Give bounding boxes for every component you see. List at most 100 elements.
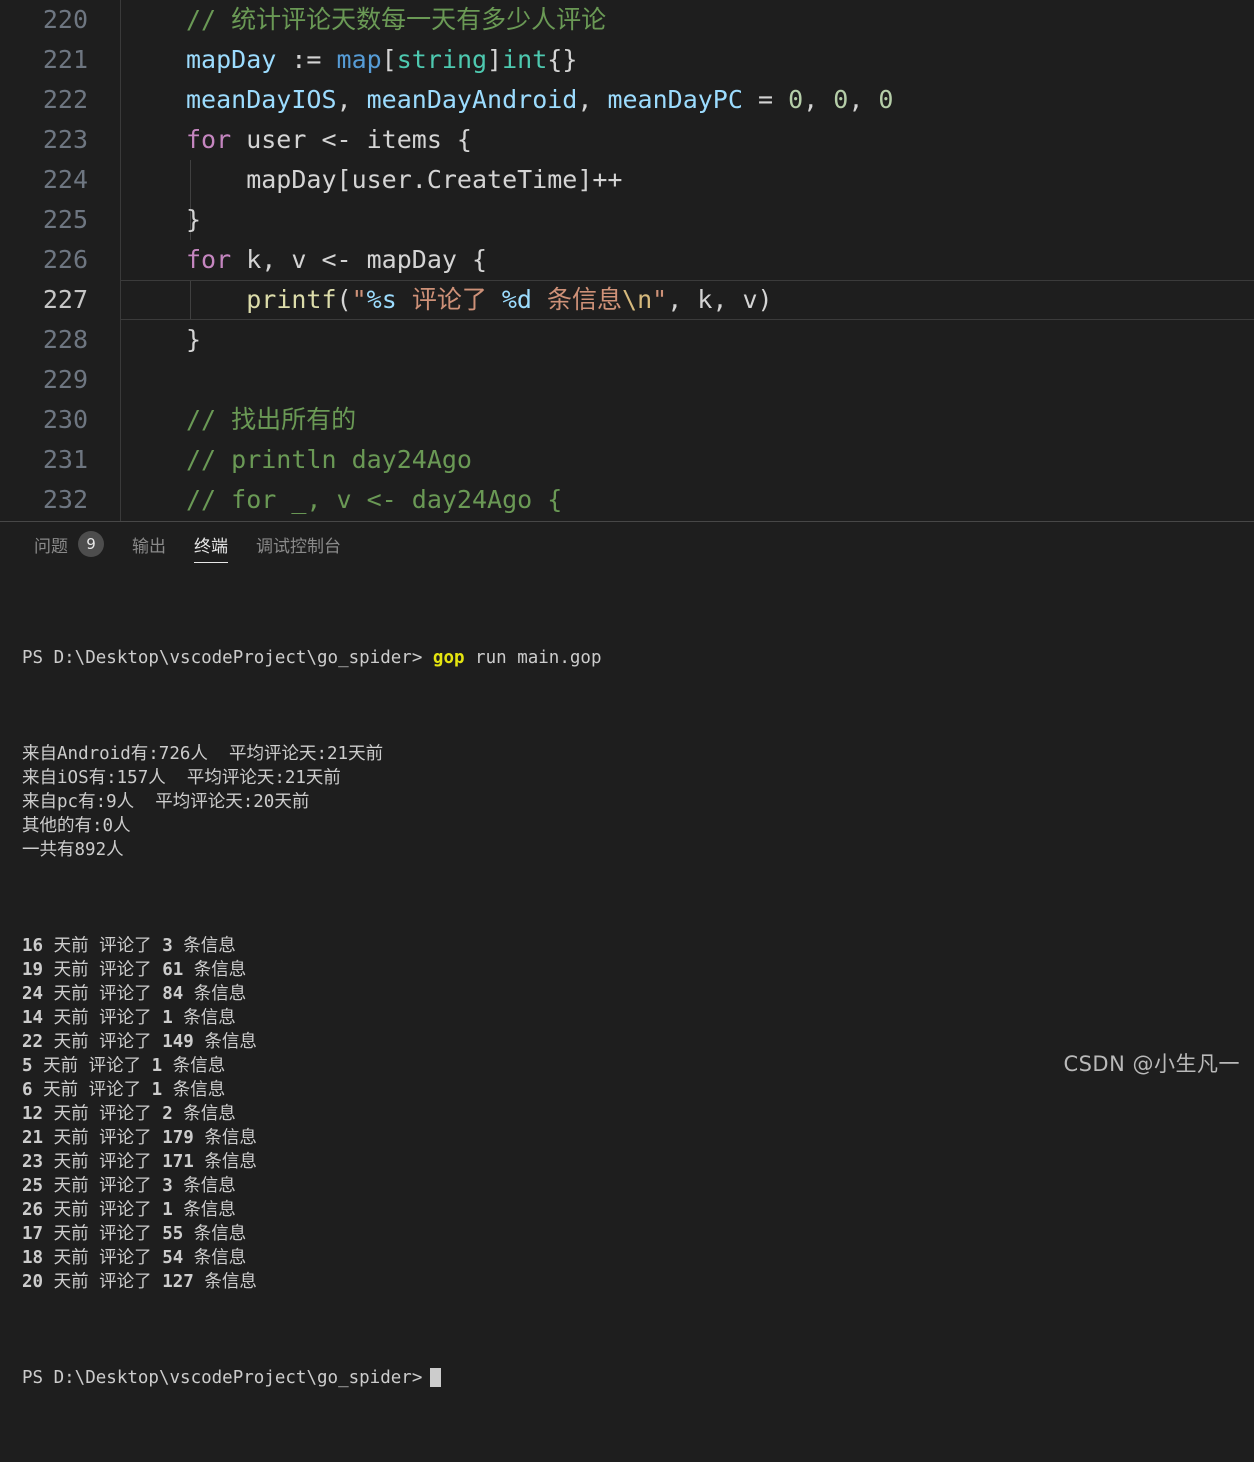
comment-count: 1 (151, 1080, 163, 1100)
code-line[interactable]: 231 // println day24Ago (0, 440, 1254, 480)
day-row-suffix-text: 条信息 (183, 1248, 247, 1268)
comment-count: 149 (162, 1032, 194, 1052)
comment-count: 54 (162, 1248, 184, 1268)
terminal-day-row: 18 天前 评论了 54 条信息 (22, 1246, 1254, 1270)
day-row-mid-text: 天前 评论了 (43, 936, 163, 956)
code-token: " (351, 285, 367, 314)
code-token: " (652, 285, 668, 314)
terminal-summary-line: 一共有892人 (22, 840, 124, 860)
code-line[interactable]: 224 mapDay[user.CreateTime]++ (0, 160, 1254, 200)
panel-tab-0[interactable]: 问题 9 (20, 522, 118, 566)
day-value: 6 (22, 1080, 33, 1100)
code-line[interactable]: 222 meanDayIOS, meanDayAndroid, meanDayPC… (0, 80, 1254, 120)
code-text: // 找出所有的 (186, 400, 356, 440)
code-line[interactable]: 225} (0, 200, 1254, 240)
code-token: 评论了 (396, 285, 502, 314)
day-row-mid-text: 天前 评论了 (43, 1224, 163, 1244)
code-editor[interactable]: 220 // 统计评论天数每一天有多少人评论 221 mapDay := map[st… (0, 0, 1254, 521)
code-line[interactable]: 221 mapDay := map[string]int{} (0, 40, 1254, 80)
day-row-suffix-text: 条信息 (172, 936, 236, 956)
code-line[interactable]: 230 // 找出所有的 (0, 400, 1254, 440)
panel-tab-label: 终端 (194, 536, 228, 557)
code-token: // 找出所有的 (186, 405, 357, 434)
day-row-suffix-text: 条信息 (193, 1128, 257, 1148)
panel-tab-1[interactable]: 输出 (118, 522, 180, 566)
code-line[interactable]: 223 for user <- items { (0, 120, 1254, 160)
terminal-day-row: 25 天前 评论了 3 条信息 (22, 1174, 1254, 1198)
panel-tab-label: 调试控制台 (256, 536, 341, 557)
line-number: 231 (42, 445, 88, 474)
code-token: // for _, v <- day24Ago { (186, 485, 563, 514)
day-value: 26 (22, 1200, 44, 1220)
comment-count: 1 (162, 1200, 173, 1220)
terminal-day-row: 19 天前 评论了 61 条信息 (22, 958, 1254, 982)
code-token: , (577, 85, 608, 114)
code-token: ( (336, 285, 352, 314)
code-token: } (186, 205, 202, 234)
day-row-mid-text: 天前 评论了 (43, 960, 163, 980)
terminal-command-args: run main.gop (464, 648, 602, 668)
day-value: 17 (22, 1224, 44, 1244)
code-token: int (502, 45, 548, 74)
code-token: 0 (878, 85, 894, 114)
line-number: 224 (42, 165, 88, 194)
code-token: mapDay[user.CreateTime]++ (186, 165, 623, 194)
day-row-mid-text: 天前 评论了 (43, 1152, 163, 1172)
code-token: {} (547, 45, 578, 74)
day-row-suffix-text: 条信息 (172, 1176, 236, 1196)
comment-count: 84 (162, 984, 184, 1004)
line-number: 227 (42, 285, 88, 314)
line-number: 230 (42, 405, 88, 434)
code-token: for (186, 245, 232, 274)
day-row-suffix-text: 条信息 (193, 1152, 257, 1172)
day-row-mid-text: 天前 评论了 (43, 1008, 163, 1028)
code-line[interactable]: 228} (0, 320, 1254, 360)
terminal-prompt: PS D:\Desktop\vscodeProject\go_spider> (22, 648, 433, 668)
panel-tab-3[interactable]: 调试控制台 (242, 522, 355, 566)
terminal-summary-line: 来自pc有:9人 平均评论天:20天前 (22, 792, 310, 812)
comment-count: 61 (162, 960, 184, 980)
code-line[interactable]: 226 for k, v <- mapDay { (0, 240, 1254, 280)
code-token: } (186, 325, 202, 354)
code-token: for (186, 125, 232, 154)
terminal-output[interactable]: PS D:\Desktop\vscodeProject\go_spider> g… (0, 566, 1254, 1462)
code-text: printf("%s 评论了 %d 条信息\n", k, v) (186, 280, 773, 320)
terminal-day-row: 12 天前 评论了 2 条信息 (22, 1102, 1254, 1126)
code-token: := (291, 45, 337, 74)
code-line[interactable]: 220 // 统计评论天数每一天有多少人评论 (0, 0, 1254, 40)
terminal-day-row: 17 天前 评论了 55 条信息 (22, 1222, 1254, 1246)
comment-count: 55 (162, 1224, 184, 1244)
terminal-day-row: 16 天前 评论了 3 条信息 (22, 934, 1254, 958)
terminal-day-row: 20 天前 评论了 127 条信息 (22, 1270, 1254, 1294)
code-line[interactable]: 229 (0, 360, 1254, 400)
terminal-command-keyword: gop (432, 648, 465, 668)
comment-count: 2 (162, 1104, 173, 1124)
panel-tab-2[interactable]: 终端 (180, 522, 242, 566)
terminal-day-row: 23 天前 评论了 171 条信息 (22, 1150, 1254, 1174)
code-token: \n (622, 285, 653, 314)
bottom-panel: 问题 9 输出 终端 调试控制台 PS D:\Desktop\vscodeProject… (0, 521, 1254, 1388)
terminal-summary-line: 来自iOS有:157人 平均评论天:21天前 (22, 768, 341, 788)
day-row-mid-text: 天前 评论了 (43, 1128, 163, 1148)
day-value: 18 (22, 1248, 44, 1268)
code-token: , (336, 85, 367, 114)
terminal-cursor (430, 1368, 442, 1387)
day-value: 24 (22, 984, 44, 1004)
code-text: } (186, 200, 201, 240)
code-line[interactable]: 232 // for _, v <- day24Ago { (0, 480, 1254, 520)
csdn-watermark: CSDN @小生凡一 (1063, 1052, 1240, 1076)
code-token: , k, v) (667, 285, 773, 314)
panel-tab-label: 问题 (34, 536, 68, 557)
code-text: } (186, 320, 201, 360)
code-token: meanDayAndroid (366, 85, 578, 114)
terminal-command-line: PS D:\Desktop\vscodeProject\go_spider> g… (22, 646, 1254, 670)
code-line[interactable]: 227 printf("%s 评论了 %d 条信息\n", k, v) (0, 280, 1254, 320)
day-row-mid-text: 天前 评论了 (43, 1248, 163, 1268)
day-value: 22 (22, 1032, 44, 1052)
code-text: for user <- items { (186, 120, 472, 160)
code-token: ] (487, 45, 503, 74)
line-number: 220 (42, 5, 88, 34)
comment-count: 1 (151, 1056, 163, 1076)
code-token: meanDayPC (607, 85, 743, 114)
day-row-suffix-text: 条信息 (183, 960, 247, 980)
